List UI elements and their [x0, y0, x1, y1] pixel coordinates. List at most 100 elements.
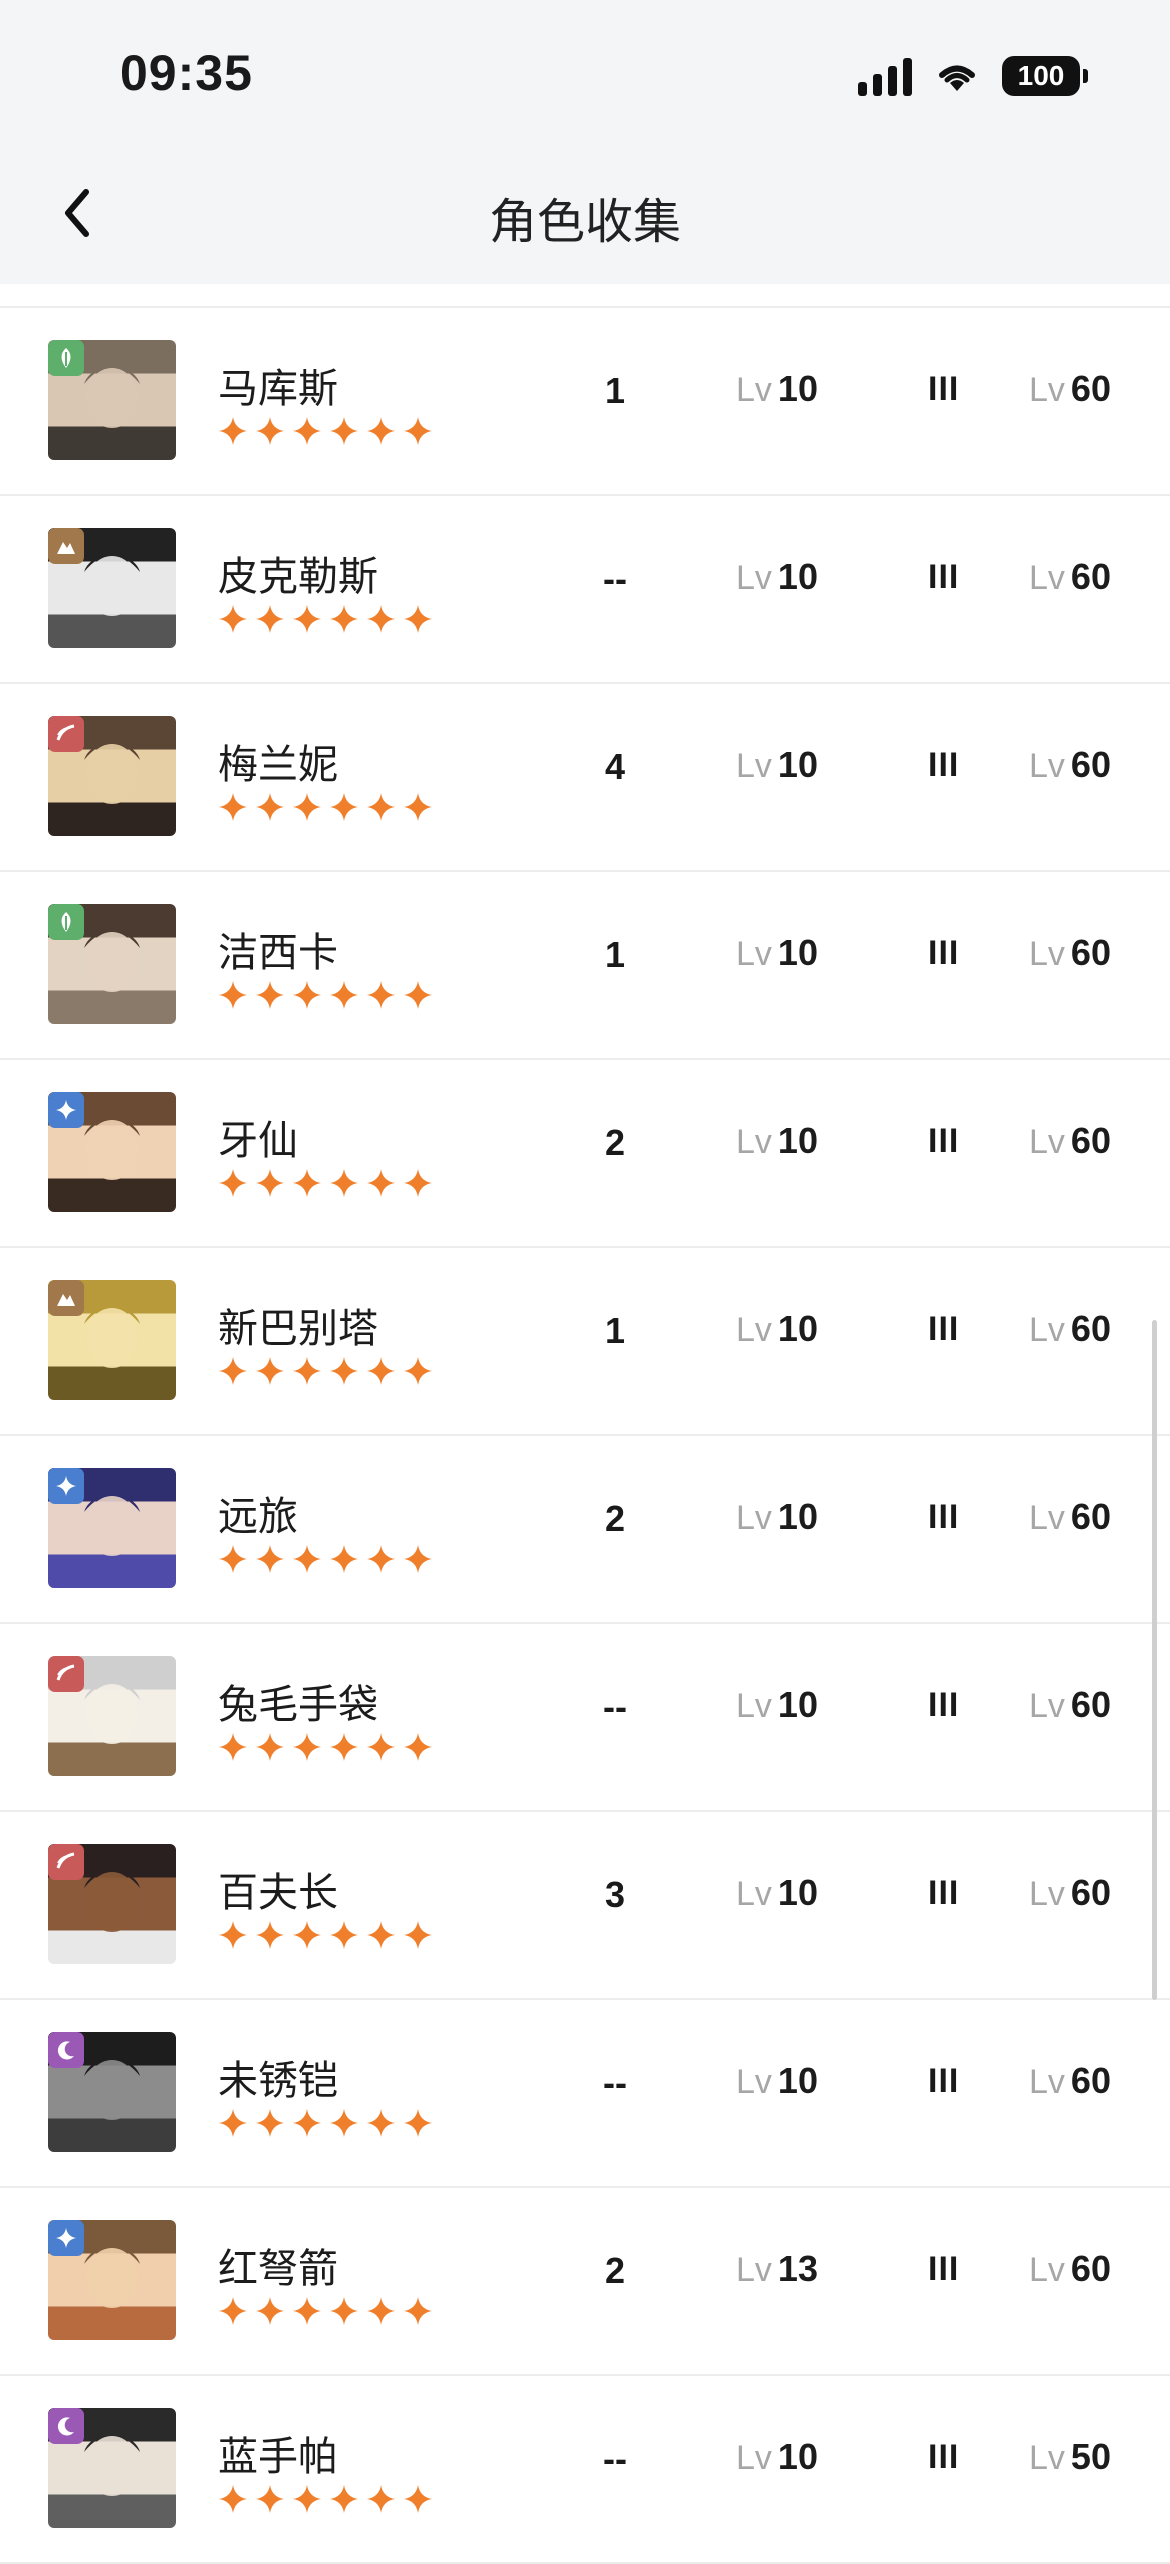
character-name: 未锈铠 [218, 2059, 338, 2103]
star-icon [403, 2484, 433, 2514]
character-row[interactable]: 牙仙 2 Lv 10 III Lv 60 [0, 1060, 1170, 1248]
character-avatar[interactable] [48, 904, 176, 1024]
character-rank: III [928, 370, 960, 408]
level-prefix: Lv [1029, 371, 1065, 409]
star-icon [255, 1920, 285, 1950]
character-max-level: Lv 60 [1029, 2248, 1111, 2290]
character-rank: III [928, 1498, 960, 1536]
leaf-element-icon [48, 904, 84, 940]
level-prefix: Lv [1029, 1311, 1065, 1349]
character-max-level: Lv 60 [1029, 556, 1111, 598]
character-avatar[interactable] [48, 2032, 176, 2152]
star-icon [366, 2296, 396, 2326]
star-icon [366, 2484, 396, 2514]
character-level: Lv 10 [736, 1308, 818, 1350]
star-icon [218, 1732, 248, 1762]
level-prefix: Lv [736, 371, 772, 409]
max-level-value: 60 [1070, 2248, 1111, 2289]
level-value: 10 [777, 744, 818, 785]
character-level: Lv 10 [736, 744, 818, 786]
character-row[interactable]: 蓝手帕 -- Lv 10 III Lv 50 [0, 2376, 1170, 2564]
star-icon [218, 1544, 248, 1574]
rock-element-icon [48, 528, 84, 564]
max-level-value: 60 [1070, 368, 1111, 409]
level-prefix: Lv [1029, 2439, 1065, 2477]
character-count: 4 [604, 746, 626, 787]
star-icon [366, 1356, 396, 1386]
character-row[interactable]: 未锈铠 -- Lv 10 III Lv 60 [0, 2000, 1170, 2188]
character-name: 梅兰妮 [218, 743, 338, 787]
character-avatar[interactable] [48, 340, 176, 460]
character-row[interactable]: 百夫长 3 Lv 10 III Lv 60 [0, 1812, 1170, 2000]
star-icon [292, 1356, 322, 1386]
character-count: 1 [604, 934, 626, 975]
star-icon [329, 604, 359, 634]
character-avatar[interactable] [48, 1280, 176, 1400]
character-level: Lv 10 [736, 1684, 818, 1726]
character-level: Lv 10 [736, 556, 818, 598]
character-avatar[interactable] [48, 1844, 176, 1964]
character-avatar[interactable] [48, 716, 176, 836]
level-prefix: Lv [736, 1687, 772, 1725]
level-value: 10 [777, 1684, 818, 1725]
star-icon [366, 792, 396, 822]
character-row[interactable]: 远旅 2 Lv 10 III Lv 60 [0, 1436, 1170, 1624]
level-value: 10 [777, 1120, 818, 1161]
star-icon [292, 1168, 322, 1198]
character-name: 红弩箭 [218, 2247, 338, 2291]
character-row[interactable]: 洁西卡 1 Lv 10 III Lv 60 [0, 872, 1170, 1060]
moon-element-icon [48, 2408, 84, 2444]
level-value: 10 [777, 1872, 818, 1913]
character-avatar[interactable] [48, 1092, 176, 1212]
level-value: 10 [777, 2060, 818, 2101]
character-name: 洁西卡 [218, 931, 338, 975]
star-icon [292, 604, 322, 634]
character-avatar[interactable] [48, 528, 176, 648]
character-level: Lv 10 [736, 368, 818, 410]
level-value: 10 [777, 556, 818, 597]
character-count: 2 [604, 1498, 626, 1539]
page-title: 角色收集 [488, 196, 681, 249]
star-icon [403, 2296, 433, 2326]
character-rank: III [928, 1310, 960, 1348]
star-icon [329, 980, 359, 1010]
scrollbar[interactable] [1152, 1320, 1157, 2000]
star-icon [403, 1732, 433, 1762]
level-value: 10 [777, 368, 818, 409]
character-row[interactable]: 皮克勒斯 -- Lv 10 III Lv 60 [0, 496, 1170, 684]
character-row[interactable]: 新巴别塔 1 Lv 10 III Lv 60 [0, 1248, 1170, 1436]
character-name: 百夫长 [218, 1871, 338, 1915]
character-row[interactable]: 马库斯 1 Lv 10 III Lv 60 [0, 308, 1170, 496]
star-icon [366, 1732, 396, 1762]
star-icon [329, 1544, 359, 1574]
character-row[interactable]: 兔毛手袋 -- Lv 10 III Lv 60 [0, 1624, 1170, 1812]
character-avatar[interactable] [48, 1468, 176, 1588]
max-level-value: 60 [1070, 744, 1111, 785]
star-icon [292, 980, 322, 1010]
character-max-level: Lv 60 [1029, 368, 1111, 410]
character-avatar[interactable] [48, 2408, 176, 2528]
star-icon [292, 1920, 322, 1950]
level-prefix: Lv [1029, 935, 1065, 973]
level-value: 10 [777, 2436, 818, 2477]
character-row[interactable]: 梅兰妮 4 Lv 10 III Lv 60 [0, 684, 1170, 872]
star-rating [218, 604, 433, 634]
level-prefix: Lv [1029, 559, 1065, 597]
level-prefix: Lv [736, 1875, 772, 1913]
battery-indicator: 100 [1002, 56, 1088, 96]
character-count: -- [603, 2438, 627, 2479]
level-prefix: Lv [1029, 1875, 1065, 1913]
star-icon [403, 1168, 433, 1198]
character-avatar[interactable] [48, 1656, 176, 1776]
star-rating [218, 1732, 433, 1762]
character-row[interactable]: 红弩箭 2 Lv 13 III Lv 60 [0, 2188, 1170, 2376]
star-icon [329, 1732, 359, 1762]
star-icon [255, 1732, 285, 1762]
character-level: Lv 13 [736, 2248, 818, 2290]
character-count: -- [603, 1686, 627, 1727]
star-rating [218, 1168, 433, 1198]
character-max-level: Lv 60 [1029, 1120, 1111, 1162]
character-avatar[interactable] [48, 2220, 176, 2340]
rock-element-icon [48, 1280, 84, 1316]
star-icon [403, 416, 433, 446]
